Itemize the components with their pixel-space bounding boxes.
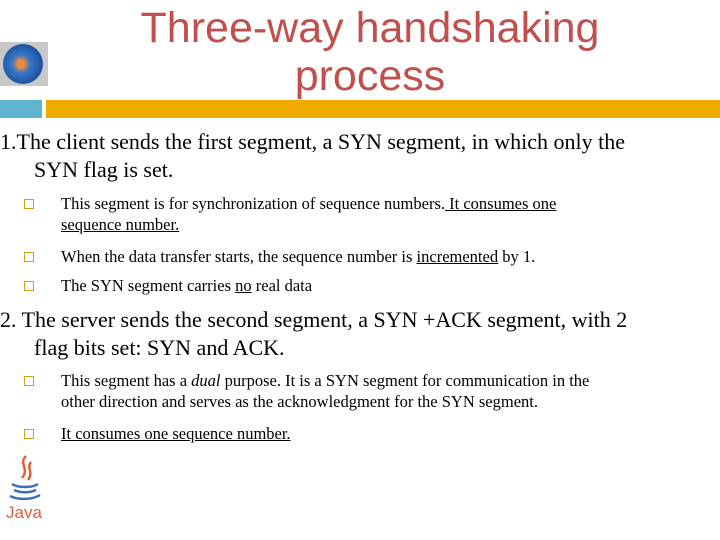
square-bullet-icon <box>24 199 34 209</box>
title-line-1: Three-way handshaking <box>140 4 600 52</box>
point-1: 1.The client sends the first segment, a … <box>0 128 625 184</box>
title-line-2: process <box>294 52 446 100</box>
accent-bar-orange <box>46 100 720 118</box>
bullet-text: This segment is for synchronization of s… <box>61 194 557 234</box>
java-logo-icon: Java <box>6 455 42 522</box>
point-1-line-1: 1.The client sends the first segment, a … <box>0 129 626 154</box>
point-2: 2. The server sends the second segment, … <box>0 306 627 362</box>
point-2-line-2: flag bits set: SYN and ACK. <box>34 335 285 360</box>
cup-icon <box>9 482 41 501</box>
square-bullet-icon <box>24 376 34 386</box>
bullet-text: It consumes one sequence number. <box>61 424 291 443</box>
slide-title: Three-way handshaking process <box>110 4 630 100</box>
accent-bar-blue <box>0 100 42 118</box>
bullet-text: This segment has a dual purpose. It is a… <box>61 371 590 411</box>
bullet-text: The SYN segment carries no real data <box>61 276 313 295</box>
globe-icon <box>3 44 43 84</box>
square-bullet-icon <box>24 281 34 291</box>
square-bullet-icon <box>24 429 34 439</box>
globe-logo-icon <box>0 42 48 86</box>
square-bullet-icon <box>24 252 34 262</box>
java-label: Java <box>6 503 42 522</box>
steam-icon <box>20 455 33 481</box>
point-1-line-2: SYN flag is set. <box>34 157 174 182</box>
bullet-text: When the data transfer starts, the seque… <box>61 247 536 266</box>
point-2-line-1: 2. The server sends the second segment, … <box>0 307 628 332</box>
